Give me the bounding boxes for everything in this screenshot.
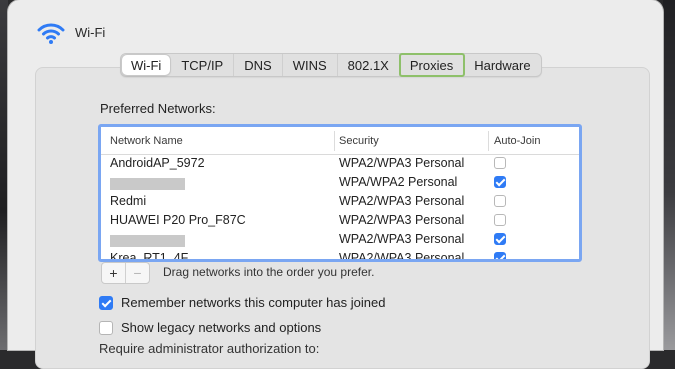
redacted-network-name xyxy=(110,235,185,247)
table-header: Network Name Security Auto-Join xyxy=(101,127,579,155)
auto-join-checkbox[interactable] xyxy=(494,195,506,207)
network-name-cell: Krea_RT1_4F xyxy=(110,251,189,262)
tab-bar: Wi-Fi TCP/IP DNS WINS 802.1X Proxies Har… xyxy=(120,53,542,77)
table-row[interactable]: Redmi WPA2/WPA3 Personal xyxy=(101,193,579,212)
wifi-icon xyxy=(37,23,65,44)
legacy-networks-label[interactable]: Show legacy networks and options xyxy=(121,320,321,335)
table-row[interactable]: Krea_RT1_4F WPA2/WPA3 Personal xyxy=(101,250,579,262)
remember-networks-label[interactable]: Remember networks this computer has join… xyxy=(121,295,385,310)
tab-dns[interactable]: DNS xyxy=(234,54,283,76)
auto-join-checkbox[interactable] xyxy=(494,252,506,259)
table-body: AndroidAP_5972 WPA2/WPA3 Personal WPA/WPA2… xyxy=(101,155,579,262)
remember-networks-checkbox[interactable] xyxy=(99,295,113,310)
auto-join-checkbox[interactable] xyxy=(494,176,506,188)
network-name-cell: AndroidAP_5972 xyxy=(110,156,205,170)
tab-proxies[interactable]: Proxies xyxy=(398,53,466,77)
auto-join-checkbox[interactable] xyxy=(494,214,506,226)
tab-wifi[interactable]: Wi-Fi xyxy=(122,55,171,75)
preferred-networks-label: Preferred Networks: xyxy=(100,101,216,116)
security-cell: WPA2/WPA3 Personal xyxy=(339,194,465,208)
column-auto-join[interactable]: Auto-Join xyxy=(494,135,540,147)
desktop-background-left xyxy=(0,0,8,350)
column-divider xyxy=(334,131,335,151)
remove-network-button[interactable]: − xyxy=(125,263,149,283)
drag-hint-text: Drag networks into the order you prefer. xyxy=(163,265,375,279)
table-row[interactable]: WPA/WPA2 Personal xyxy=(101,174,579,193)
tab-8021x[interactable]: 802.1X xyxy=(338,54,400,76)
admin-authorization-label: Require administrator authorization to: xyxy=(99,341,320,356)
tab-tcpip[interactable]: TCP/IP xyxy=(171,54,235,76)
auto-join-checkbox[interactable] xyxy=(494,233,506,245)
window-title: Wi-Fi xyxy=(75,25,106,40)
security-cell: WPA/WPA2 Personal xyxy=(339,175,458,189)
redacted-network-name xyxy=(110,178,185,190)
add-network-button[interactable]: + xyxy=(102,263,125,283)
column-security[interactable]: Security xyxy=(339,135,379,147)
security-cell: WPA2/WPA3 Personal xyxy=(339,251,465,262)
table-row[interactable]: WPA2/WPA3 Personal xyxy=(101,231,579,250)
preferred-networks-table[interactable]: Network Name Security Auto-Join AndroidA… xyxy=(98,124,582,262)
column-network-name[interactable]: Network Name xyxy=(110,135,183,147)
add-remove-control: + − xyxy=(101,262,150,284)
legacy-networks-checkbox[interactable] xyxy=(99,320,113,335)
table-row[interactable]: HUAWEI P20 Pro_F87C WPA2/WPA3 Personal xyxy=(101,212,579,231)
tab-hardware[interactable]: Hardware xyxy=(464,54,540,76)
table-row[interactable]: AndroidAP_5972 WPA2/WPA3 Personal xyxy=(101,155,579,174)
network-name-cell: Redmi xyxy=(110,194,147,208)
network-name-cell: HUAWEI P20 Pro_F87C xyxy=(110,213,246,227)
remember-networks-option[interactable]: Remember networks this computer has join… xyxy=(99,295,385,310)
tab-wins[interactable]: WINS xyxy=(283,54,338,76)
security-cell: WPA2/WPA3 Personal xyxy=(339,213,465,227)
column-divider xyxy=(488,131,489,151)
security-cell: WPA2/WPA3 Personal xyxy=(339,232,465,246)
desktop-background-right xyxy=(663,0,675,350)
legacy-networks-option[interactable]: Show legacy networks and options xyxy=(99,320,321,335)
security-cell: WPA2/WPA3 Personal xyxy=(339,156,465,170)
auto-join-checkbox[interactable] xyxy=(494,157,506,169)
